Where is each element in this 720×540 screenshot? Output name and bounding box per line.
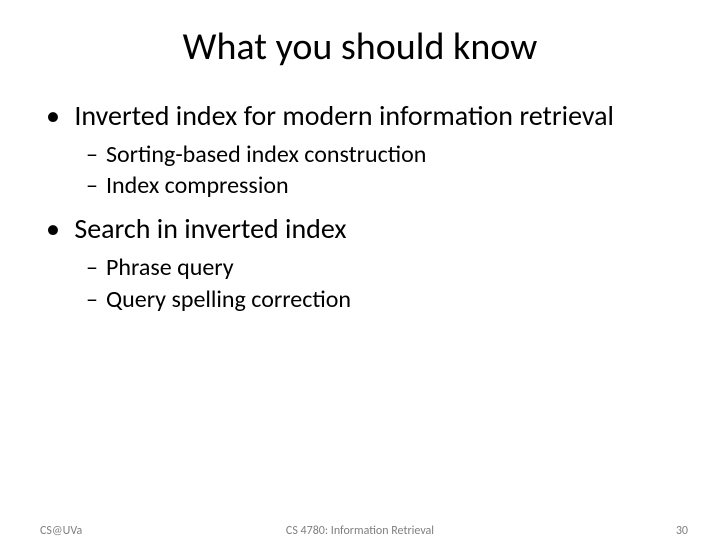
bullet-text: Inverted index for modern information re… — [74, 98, 614, 133]
sub-bullet-text: Index compression — [106, 171, 289, 200]
sub-bullet-list: Phrase query Query spelling correction — [50, 252, 670, 314]
bullet-text: Search in inverted index — [74, 211, 346, 246]
footer-center: CS 4780: Information Retrieval — [0, 524, 720, 538]
slide-content: Inverted index for modern information re… — [0, 70, 720, 315]
slide-number: 30 — [676, 524, 688, 538]
bullet-item: Inverted index for modern information re… — [50, 98, 670, 201]
sub-bullet-item: Sorting-based index construction — [86, 139, 670, 170]
bullet-item: Search in inverted index Phrase query Qu… — [50, 211, 670, 314]
sub-bullet-text: Query spelling correction — [106, 285, 351, 314]
bullet-list: Inverted index for modern information re… — [50, 98, 670, 315]
sub-bullet-item: Phrase query — [86, 252, 670, 283]
sub-bullet-text: Phrase query — [106, 253, 234, 282]
sub-bullet-list: Sorting-based index construction Index c… — [50, 139, 670, 201]
sub-bullet-text: Sorting-based index construction — [106, 140, 426, 169]
slide-title: What you should know — [0, 0, 720, 70]
sub-bullet-item: Query spelling correction — [86, 284, 670, 315]
slide: What you should know Inverted index for … — [0, 0, 720, 540]
sub-bullet-item: Index compression — [86, 170, 670, 201]
